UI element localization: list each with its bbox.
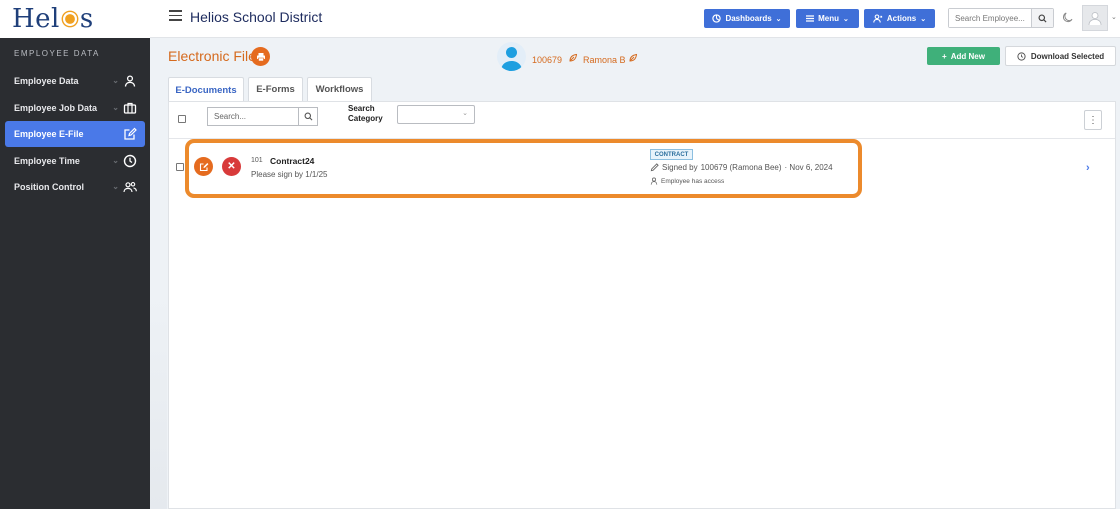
sidebar-item-label: Employee E-File [14, 129, 84, 139]
logo-text-left: Hel [12, 4, 60, 34]
sidebar-item-employee-time[interactable]: Employee Time ⌄ [5, 148, 145, 174]
add-new-button[interactable]: + Add New [927, 47, 1000, 65]
chevron-down-icon: ⌄ [112, 182, 119, 191]
employee-name: Ramona B [583, 55, 626, 65]
sidebar-item-label: Employee Time [14, 155, 80, 166]
search-icon [304, 112, 312, 121]
tab-e-forms[interactable]: E-Forms [248, 77, 303, 101]
download-selected-label: Download Selected [1030, 51, 1105, 61]
sidebar-item-employee-e-file[interactable]: Employee E-File [5, 121, 145, 147]
sidebar: Hel s EMPLOYEE DATA Employee Data ⌄ Emplo… [0, 0, 150, 509]
list-icon [806, 15, 815, 22]
chevron-right-icon[interactable]: › [1086, 162, 1090, 174]
chevron-down-icon: ⌄ [112, 102, 119, 112]
dashboard-icon [712, 14, 722, 23]
chevron-down-icon: ⌄ [775, 15, 782, 23]
actions-button[interactable]: Actions ⌄ [864, 9, 935, 28]
leaf-icon [569, 53, 578, 62]
hamburger-menu-icon[interactable] [169, 10, 182, 21]
chevron-down-icon: ⌄ [112, 76, 119, 85]
leaf-icon [629, 53, 638, 62]
search-button[interactable] [1031, 9, 1053, 27]
plus-icon: + [942, 51, 947, 61]
menu-button[interactable]: Menu ⌄ [796, 9, 859, 28]
highlight-outline [185, 139, 862, 198]
kebab-icon: ⋮ [1088, 114, 1098, 126]
sidebar-item-employee-data[interactable]: Employee Data ⌄ [5, 68, 145, 94]
document-search-input[interactable] [208, 108, 298, 125]
chevron-down-icon[interactable]: ⌄ [1111, 13, 1117, 21]
search-category-label: Search Category [348, 104, 388, 124]
search-category-select[interactable]: ⌄ [397, 105, 475, 124]
select-all-checkbox[interactable] [178, 115, 186, 123]
edit-icon [124, 127, 137, 140]
clock-icon [1017, 51, 1026, 61]
helios-logo[interactable]: Hel s [12, 4, 94, 34]
tab-label: E-Forms [256, 84, 295, 95]
chevron-down-icon: ⌄ [462, 110, 468, 117]
page-title: Electronic File [168, 48, 256, 64]
sidebar-item-label: Employee Job Data [14, 102, 98, 113]
sidebar-section-title: EMPLOYEE DATA [14, 49, 100, 58]
logo-text-right: s [79, 4, 94, 34]
download-selected-button[interactable]: Download Selected [1005, 46, 1116, 66]
user-actions-icon [873, 14, 883, 23]
sidebar-item-employee-job-data[interactable]: Employee Job Data ⌄ [5, 95, 145, 121]
chevron-down-icon: ⌄ [920, 15, 927, 23]
printer-icon [256, 52, 265, 61]
documents-toolbar: Search Category ⌄ ⋮ [169, 102, 1115, 139]
sun-icon [64, 14, 75, 24]
logo-bar: Hel s [0, 0, 150, 38]
dashboards-label: Dashboards [725, 14, 772, 23]
sidebar-item-label: Position Control [14, 182, 84, 192]
sidebar-item-position-control[interactable]: Position Control ⌄ [5, 174, 145, 200]
employee-search [948, 8, 1054, 28]
user-icon [1088, 12, 1102, 26]
chevron-down-icon: ⌄ [843, 15, 849, 23]
dashboards-button[interactable]: Dashboards ⌄ [704, 9, 790, 28]
row-checkbox[interactable] [176, 163, 184, 171]
people-icon [123, 182, 137, 193]
document-search-button[interactable] [298, 108, 317, 125]
actions-label: Actions [886, 14, 917, 23]
briefcase-icon [123, 102, 137, 114]
employee-id: 100679 [532, 55, 563, 65]
person-icon [124, 75, 136, 87]
more-options-button[interactable]: ⋮ [1084, 110, 1102, 130]
menu-label: Menu [818, 14, 839, 23]
moon-icon[interactable] [1062, 11, 1074, 23]
scrollbar-track[interactable] [150, 290, 167, 509]
employee-avatar [497, 42, 526, 71]
document-search [207, 107, 318, 126]
search-icon [1038, 13, 1047, 23]
tab-e-documents[interactable]: E-Documents [168, 77, 244, 102]
employee-search-input[interactable] [949, 9, 1031, 27]
tab-label: E-Documents [175, 84, 237, 96]
app-title: Helios School District [190, 9, 323, 25]
top-header: Helios School District Dashboards ⌄ Menu… [150, 0, 1120, 38]
chevron-down-icon: ⌄ [112, 155, 119, 165]
clock-icon [123, 154, 137, 167]
tab-workflows[interactable]: Workflows [307, 77, 372, 101]
search-category-label-line2: Category [348, 114, 383, 123]
employee-photo-icon [501, 47, 522, 71]
tab-label: Workflows [315, 84, 364, 95]
print-button[interactable] [251, 47, 270, 66]
user-avatar[interactable] [1082, 5, 1108, 31]
add-new-label: Add New [950, 51, 985, 61]
search-category-label-line1: Search [348, 104, 375, 113]
sidebar-item-label: Employee Data [14, 76, 79, 86]
